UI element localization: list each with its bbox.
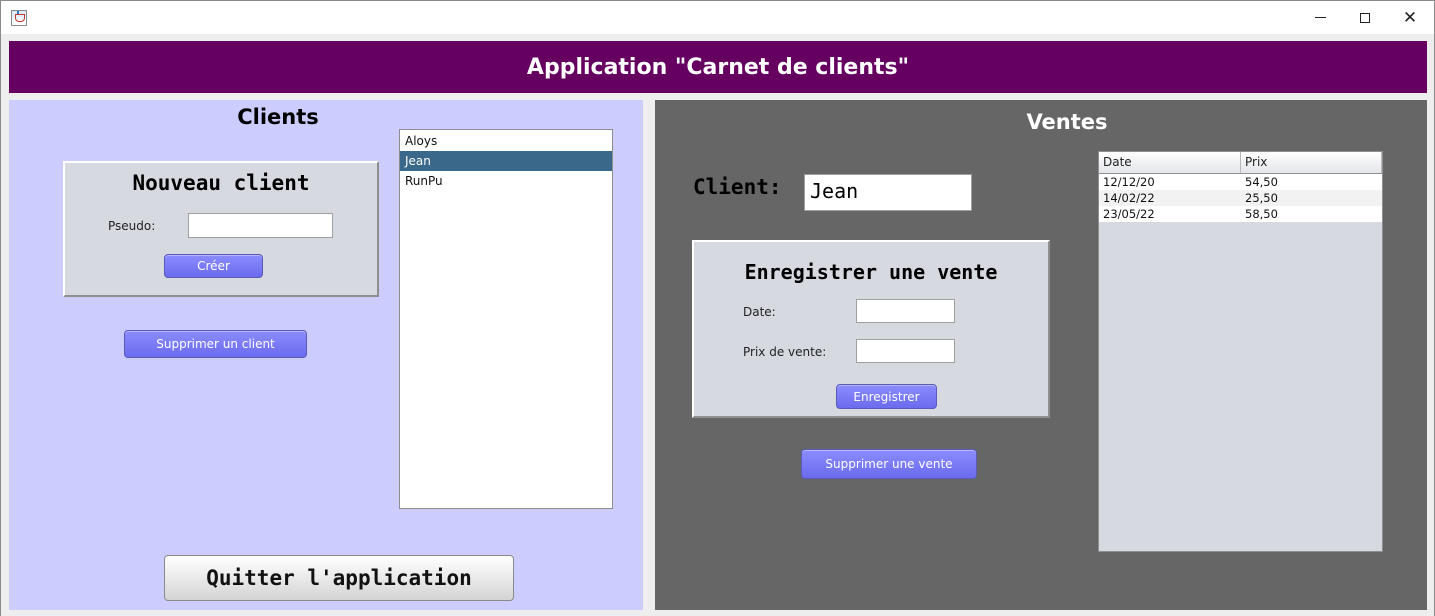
table-header: Date Prix <box>1099 152 1382 174</box>
date-cell: 14/02/22 <box>1103 191 1155 205</box>
prix-cell: 25,50 <box>1245 191 1278 205</box>
client-list[interactable]: Aloys Jean RunPu <box>399 129 613 509</box>
client-list-item[interactable]: Aloys <box>400 131 612 151</box>
date-cell: 12/12/20 <box>1103 175 1155 189</box>
pseudo-label: Pseudo: <box>108 219 156 233</box>
new-client-box: Nouveau client Pseudo: Créer <box>63 161 379 297</box>
column-header-prix[interactable]: Prix <box>1241 152 1382 173</box>
ventes-title: Ventes <box>1026 110 1108 134</box>
sales-table[interactable]: Date Prix 12/12/20 54,50 14/02/22 25,50 23/0… <box>1098 151 1383 552</box>
pseudo-input[interactable] <box>188 213 333 238</box>
app-window: ✕ Application "Carnet de clients" Client… <box>0 0 1435 616</box>
save-sale-button[interactable]: Enregistrer <box>836 384 937 409</box>
app-header: Application "Carnet de clients" <box>9 41 1427 93</box>
clients-panel: Clients Nouveau client Pseudo: Créer Sup… <box>9 100 643 610</box>
create-client-button[interactable]: Créer <box>164 254 263 278</box>
client-list-item[interactable]: RunPu <box>400 171 612 191</box>
register-sale-title: Enregistrer une vente <box>744 260 998 284</box>
java-app-icon <box>11 10 27 26</box>
register-sale-box: Enregistrer une vente Date: Prix de vent… <box>692 240 1050 418</box>
delete-sale-button[interactable]: Supprimer une vente <box>801 449 977 479</box>
date-input[interactable] <box>856 299 955 323</box>
client-label: Client: <box>693 175 782 199</box>
clients-title: Clients <box>237 105 319 129</box>
price-input[interactable] <box>856 339 955 363</box>
table-row[interactable]: 14/02/22 25,50 <box>1099 190 1382 206</box>
date-cell: 23/05/22 <box>1103 207 1155 221</box>
quit-button[interactable]: Quitter l'application <box>164 555 514 601</box>
selected-client-field: Jean <box>804 174 972 211</box>
maximize-button[interactable] <box>1342 1 1388 34</box>
table-body: 12/12/20 54,50 14/02/22 25,50 23/05/22 58,50 <box>1099 174 1382 222</box>
prix-cell: 58,50 <box>1245 207 1278 221</box>
ventes-panel: Ventes Client: Jean Enregistrer une vent… <box>655 100 1427 610</box>
new-client-title: Nouveau client <box>132 171 310 195</box>
window-titlebar: ✕ <box>1 0 1434 34</box>
price-label: Prix de vente: <box>743 345 827 359</box>
table-row[interactable]: 12/12/20 54,50 <box>1099 174 1382 190</box>
delete-client-button[interactable]: Supprimer un client <box>124 330 307 358</box>
app-title: Application "Carnet de clients" <box>526 54 910 80</box>
prix-cell: 54,50 <box>1245 175 1278 189</box>
date-label: Date: <box>743 305 776 319</box>
table-row[interactable]: 23/05/22 58,50 <box>1099 206 1382 222</box>
minimize-button[interactable] <box>1297 1 1343 34</box>
minimize-icon <box>1314 17 1326 18</box>
close-icon: ✕ <box>1402 7 1418 28</box>
column-header-date[interactable]: Date <box>1099 152 1241 173</box>
close-button[interactable]: ✕ <box>1387 1 1433 34</box>
client-list-item[interactable]: Jean <box>400 151 612 171</box>
maximize-icon <box>1360 12 1370 23</box>
